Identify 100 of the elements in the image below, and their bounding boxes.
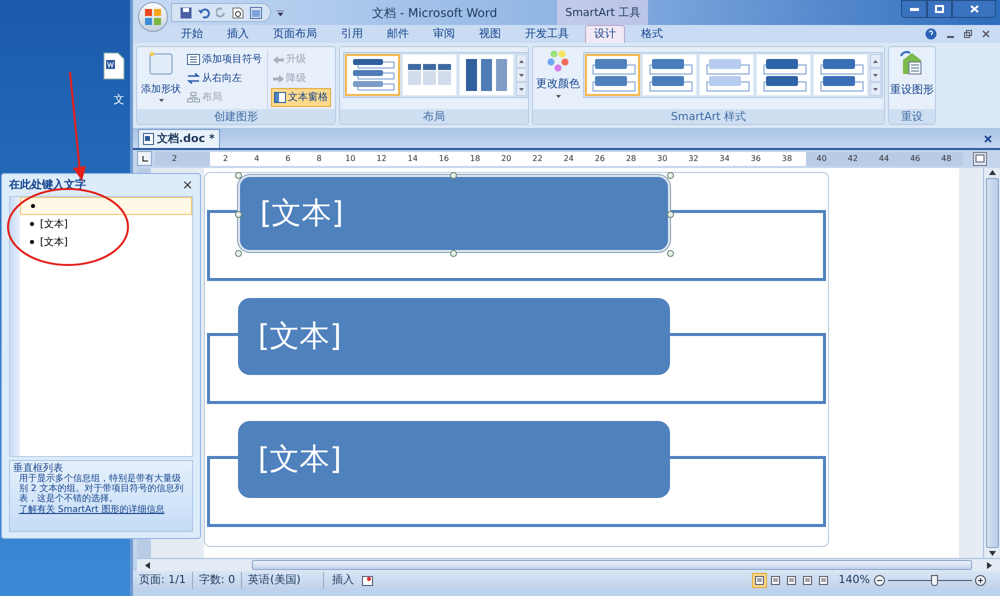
- restore-icon[interactable]: [964, 30, 972, 38]
- view-button[interactable]: [752, 573, 767, 588]
- zoom-in-icon[interactable]: [975, 575, 986, 586]
- selection-handle[interactable]: [235, 211, 242, 218]
- ruler-number: 42: [846, 153, 859, 165]
- learn-more-link[interactable]: 了解有关 SmartArt 图形的详细信息: [13, 505, 189, 516]
- selection-handle[interactable]: [450, 250, 457, 257]
- dropdown-icon[interactable]: [277, 9, 284, 16]
- shape-text: [文本]: [258, 318, 342, 356]
- style-thumbnail[interactable]: [585, 54, 640, 96]
- gallery-up-button[interactable]: [870, 54, 881, 68]
- ribbon-tab[interactable]: 邮件: [379, 25, 417, 43]
- group-label: 布局: [340, 109, 528, 124]
- layout-thumbnail[interactable]: [345, 54, 400, 96]
- list-icon: [187, 54, 200, 65]
- selection-handle[interactable]: [667, 211, 674, 218]
- change-colors-button[interactable]: 更改颜色: [536, 50, 580, 98]
- shape-text: [文本]: [260, 195, 344, 233]
- bullet-text: [文本]: [40, 236, 68, 250]
- ruler-number: 36: [750, 153, 762, 165]
- save-icon[interactable]: [180, 6, 192, 18]
- ribbon-button[interactable]: 添加项目符号: [185, 50, 264, 69]
- maximize-button[interactable]: [927, 0, 952, 18]
- add-shape-button[interactable]: 添加形状: [140, 50, 182, 102]
- ribbon-tab[interactable]: 视图: [471, 25, 509, 43]
- group-label: 创建图形: [137, 109, 335, 124]
- ribbon-tab[interactable]: 格式: [633, 25, 671, 43]
- ribbon-button[interactable]: 从右向左: [185, 69, 264, 88]
- gallery-down-button[interactable]: [870, 68, 881, 82]
- ruler-number: 30: [656, 153, 668, 165]
- document-icon[interactable]: [103, 52, 125, 80]
- bullet-item[interactable]: [文本]: [20, 215, 192, 233]
- zoom-slider[interactable]: [888, 575, 972, 586]
- text-shape[interactable]: [文本]: [238, 298, 670, 375]
- close-button[interactable]: [952, 0, 996, 18]
- ruler-number: 6: [284, 153, 292, 165]
- ribbon-tab[interactable]: 开始: [173, 25, 211, 43]
- zoom-out-icon[interactable]: [874, 575, 885, 586]
- color-circles-icon: [546, 50, 570, 72]
- ruler-number: 18: [469, 153, 482, 165]
- left-tab-icon: [142, 156, 148, 162]
- insert-mode[interactable]: 插入: [324, 572, 362, 589]
- ruler-number: 48: [940, 153, 952, 165]
- bullet-item[interactable]: [20, 197, 192, 215]
- word-count[interactable]: 字数: 0: [192, 572, 242, 589]
- ribbon-tab[interactable]: 引用: [333, 25, 371, 43]
- ruler-toggle-icon[interactable]: [973, 152, 987, 166]
- ribbon-button[interactable]: 文本窗格: [271, 88, 331, 107]
- text-shape[interactable]: [文本]: [238, 175, 670, 252]
- macro-record-icon[interactable]: [362, 576, 374, 586]
- gallery-more-button[interactable]: [516, 82, 527, 96]
- scrollbar-thumb[interactable]: [986, 178, 998, 548]
- ruler-number: 44: [878, 153, 890, 165]
- ribbon-tab[interactable]: 开发工具: [517, 25, 577, 43]
- caret-icon: [873, 60, 878, 62]
- caret-icon: [519, 88, 524, 90]
- page-view-icon: [786, 576, 796, 585]
- tab-selector[interactable]: [137, 151, 152, 166]
- caret-icon: [158, 99, 164, 102]
- ruler-number: 12: [375, 153, 388, 165]
- undo-icon[interactable]: [198, 6, 210, 18]
- zoom-level[interactable]: 140%: [838, 572, 870, 589]
- ribbon-tab[interactable]: 页面布局: [265, 25, 325, 43]
- ribbon-tab[interactable]: 审阅: [425, 25, 463, 43]
- gallery-down-button[interactable]: [516, 68, 527, 82]
- gallery-up-button[interactable]: [516, 54, 527, 68]
- selection-handle[interactable]: [450, 172, 457, 179]
- slider-thumb[interactable]: [931, 575, 938, 586]
- language[interactable]: 英语(美国): [242, 572, 324, 589]
- office-button[interactable]: [138, 2, 168, 32]
- ribbon-tab[interactable]: 设计: [585, 25, 625, 43]
- selection-handle[interactable]: [235, 172, 242, 179]
- ruler-number: 24: [562, 153, 575, 165]
- down-arrow-icon: [988, 551, 996, 556]
- minimize-button[interactable]: [901, 0, 927, 18]
- window-icon[interactable]: [250, 6, 262, 18]
- vertical-scrollbar[interactable]: [983, 168, 1000, 558]
- selection-handle[interactable]: [667, 250, 674, 257]
- minimize-icon: [910, 8, 918, 10]
- text-shape[interactable]: [文本]: [238, 421, 670, 498]
- document-tab[interactable]: 文档.doc *: [138, 129, 220, 148]
- selection-handle[interactable]: [235, 250, 242, 257]
- page-count[interactable]: 页面: 1/1: [139, 572, 193, 589]
- ruler-number: 46: [909, 153, 922, 165]
- close-icon[interactable]: [984, 135, 992, 143]
- gallery-more-button[interactable]: [870, 82, 881, 96]
- ruler-number: 22: [531, 153, 544, 165]
- bullet-icon: [30, 240, 34, 244]
- reset-graphic-button[interactable]: 重设图形: [890, 50, 934, 98]
- scrollbar-thumb[interactable]: [252, 560, 972, 570]
- group-label: SmartArt 样式: [533, 109, 884, 124]
- print-preview-icon[interactable]: [232, 6, 244, 18]
- ruler-number: 26: [594, 153, 606, 165]
- close-button[interactable]: ×: [182, 178, 193, 192]
- selection-handle[interactable]: [667, 172, 674, 179]
- ribbon-tab[interactable]: 插入: [219, 25, 257, 43]
- bullet-item[interactable]: [文本]: [20, 233, 192, 251]
- close-icon[interactable]: [982, 30, 990, 38]
- horizontal-scrollbar[interactable]: [137, 558, 1000, 571]
- help-icon[interactable]: [925, 28, 937, 40]
